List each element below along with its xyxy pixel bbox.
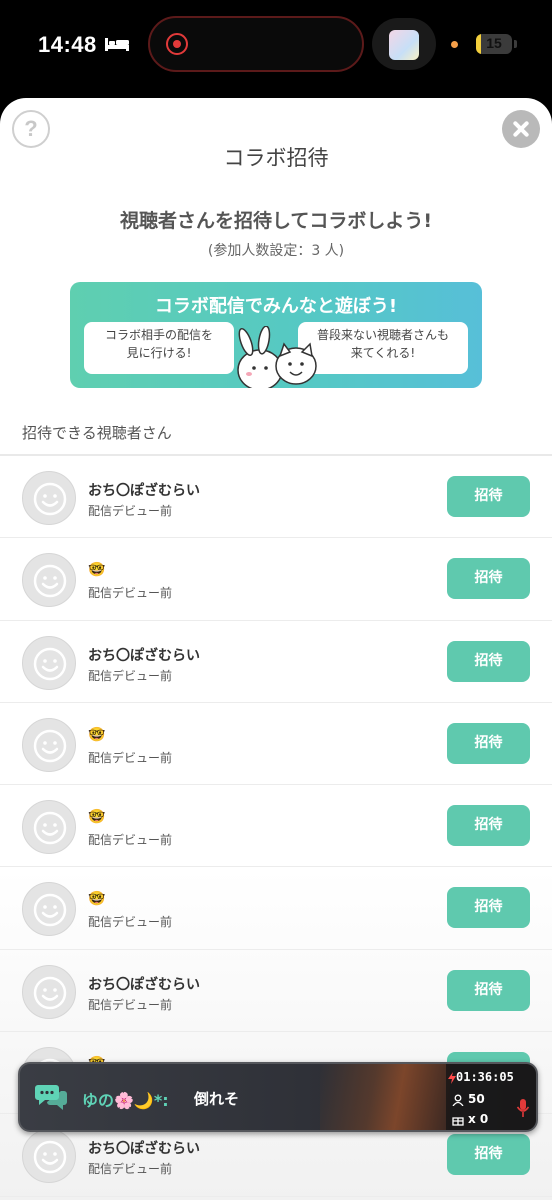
smiley-face-icon bbox=[33, 811, 67, 845]
section-label: 招待できる視聴者さん bbox=[22, 424, 172, 442]
privacy-dot bbox=[451, 41, 458, 48]
live-activity-pill[interactable] bbox=[372, 18, 436, 70]
mascot-characters-illustration bbox=[237, 326, 317, 388]
recording-indicator[interactable] bbox=[148, 16, 364, 72]
viewer-status: 配信デビュー前 bbox=[88, 668, 173, 683]
viewer-name: おち〇ぽざむらい bbox=[88, 483, 200, 499]
streamer-name: ゆの🌸🌙*: bbox=[82, 1091, 169, 1110]
stream-stats: 01:36:05 50 x 0 bbox=[446, 1064, 536, 1130]
invite-button[interactable]: 招待 bbox=[447, 640, 530, 682]
microphone-icon[interactable] bbox=[516, 1098, 530, 1118]
viewer-row: 🤓 配信デビュー前 招待 bbox=[0, 867, 552, 950]
invite-button[interactable]: 招待 bbox=[447, 805, 530, 847]
page-title: コラボ招待 bbox=[223, 146, 329, 170]
gift-icon bbox=[452, 1117, 464, 1126]
banner-bubble-left-line1: コラボ相手の配信を bbox=[104, 328, 213, 342]
clock: 14:48 bbox=[38, 32, 97, 57]
viewer-row: おち〇ぽざむらい 配信デビュー前 招待 bbox=[0, 621, 552, 703]
app-thumbnail-icon bbox=[389, 30, 419, 60]
stream-thumbnail bbox=[320, 1064, 450, 1130]
viewer-status: 配信デビュー前 bbox=[88, 586, 173, 601]
banner-bubble-left-line2: 見に行ける! bbox=[126, 346, 192, 360]
smiley-face-icon bbox=[33, 894, 67, 927]
chat-bubbles-icon[interactable] bbox=[34, 1082, 68, 1112]
viewer-name: 🤓 bbox=[88, 562, 106, 579]
avatar[interactable] bbox=[22, 553, 76, 608]
live-stream-mini-bar[interactable]: ゆの🌸🌙*: 倒れそ 01:36:05 50 x 0 bbox=[18, 1062, 538, 1132]
collab-invite-sheet: ? コラボ招待 視聴者さんを招待してコラボしよう! (参加人数設定：3 人) コ… bbox=[0, 98, 552, 1200]
viewer-count-icon bbox=[452, 1094, 464, 1106]
invite-button[interactable]: 招待 bbox=[447, 1134, 530, 1176]
viewer-status: 配信デビュー前 bbox=[88, 915, 173, 930]
headline: 視聴者さんを招待してコラボしよう! bbox=[119, 210, 433, 232]
battery-nub bbox=[514, 40, 517, 48]
viewer-name: 🤓 bbox=[88, 891, 106, 908]
smiley-face-icon bbox=[33, 729, 67, 763]
avatar[interactable] bbox=[22, 717, 76, 772]
viewer-row: おち〇ぽざむらい 配信デビュー前 招待 bbox=[0, 456, 552, 539]
viewer-row: 🤓 配信デビュー前 招待 bbox=[0, 785, 552, 868]
invite-button[interactable]: 招待 bbox=[447, 476, 530, 517]
smiley-face-icon bbox=[33, 976, 67, 1010]
avatar[interactable] bbox=[22, 635, 76, 690]
viewer-status: 配信デビュー前 bbox=[88, 833, 173, 848]
invite-button[interactable]: 招待 bbox=[447, 887, 530, 929]
battery-level: 15 bbox=[486, 35, 502, 51]
viewer-status: 配信デビュー前 bbox=[88, 750, 173, 765]
banner-title: コラボ配信でみんなと遊ぼう! bbox=[154, 296, 398, 317]
bed-icon bbox=[105, 38, 129, 51]
participant-count-note: (参加人数設定：3 人) bbox=[207, 243, 345, 259]
viewer-row: おち〇ぽざむらい 配信デビュー前 招待 bbox=[0, 950, 552, 1033]
smiley-face-icon bbox=[33, 482, 67, 516]
collab-banner: コラボ配信でみんなと遊ぼう! コラボ相手の配信を 見に行ける! 普段来ない視聴者… bbox=[70, 282, 482, 388]
record-icon bbox=[166, 33, 188, 55]
viewer-row: 🤓 配信デビュー前 招待 bbox=[0, 703, 552, 786]
stream-title: 倒れそ bbox=[194, 1090, 240, 1108]
viewer-name: 🤓 bbox=[88, 809, 106, 826]
viewer-status: 配信デビュー前 bbox=[88, 1162, 173, 1177]
viewer-count: 50 bbox=[468, 1092, 485, 1106]
invite-button[interactable]: 招待 bbox=[447, 558, 530, 600]
viewer-name: 🤓 bbox=[88, 726, 106, 743]
avatar[interactable] bbox=[22, 800, 76, 855]
banner-bubble-left: コラボ相手の配信を 見に行ける! bbox=[84, 322, 234, 374]
smiley-face-icon bbox=[33, 647, 67, 680]
avatar[interactable] bbox=[22, 964, 76, 1019]
viewer-name: おち〇ぽざむらい bbox=[88, 1141, 200, 1158]
avatar[interactable] bbox=[22, 471, 76, 525]
viewer-status: 配信デビュー前 bbox=[88, 504, 173, 518]
status-bar: 14:48 15 bbox=[0, 0, 552, 96]
smiley-face-icon bbox=[33, 565, 67, 598]
smiley-face-icon bbox=[33, 1141, 67, 1174]
viewer-name: おち〇ぽざむらい bbox=[88, 647, 200, 664]
stream-elapsed-time: 01:36:05 bbox=[456, 1070, 514, 1084]
avatar[interactable] bbox=[22, 882, 76, 937]
invite-button[interactable]: 招待 bbox=[447, 722, 530, 764]
viewer-status: 配信デビュー前 bbox=[88, 997, 173, 1012]
avatar[interactable] bbox=[22, 1129, 76, 1184]
invite-button[interactable]: 招待 bbox=[447, 969, 530, 1011]
viewer-row: 🤓 配信デビュー前 招待 bbox=[0, 538, 552, 621]
gift-count: x 0 bbox=[468, 1112, 489, 1126]
battery-indicator: 15 bbox=[476, 34, 512, 54]
viewer-name: おち〇ぽざむらい bbox=[88, 976, 200, 993]
